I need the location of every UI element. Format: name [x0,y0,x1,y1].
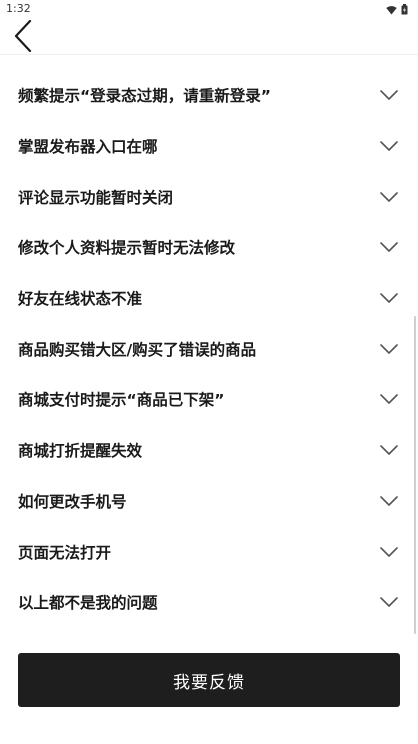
faq-item-label: 评论显示功能暂时关闭 [18,188,174,207]
chevron-down-icon [380,191,398,202]
faq-item-profile-edit[interactable]: 修改个人资料提示暂时无法修改 [0,222,418,273]
faq-item-wrong-purchase[interactable]: 商品购买错大区/购买了错误的商品 [0,323,418,374]
scrollbar[interactable] [414,316,416,634]
faq-item-label: 商城支付时提示“商品已下架” [18,391,225,410]
faq-item-label: 页面无法打开 [18,543,112,562]
battery-icon [401,0,408,19]
faq-item-friend-status[interactable]: 好友在线状态不准 [0,273,418,324]
chevron-down-icon [380,597,398,608]
faq-item-item-delisted[interactable]: 商城支付时提示“商品已下架” [0,374,418,425]
chevron-left-icon [14,20,32,52]
chevron-down-icon [380,141,398,151]
wifi-icon [386,0,397,19]
nav-bar [0,18,418,54]
status-time: 1:32 [6,2,31,15]
faq-item-label: 商城打折提醒失效 [18,442,143,461]
chevron-down-icon [380,293,398,303]
nav-divider [0,54,418,55]
chevron-down-icon [380,546,398,557]
faq-item-discount-reminder[interactable]: 商城打折提醒失效 [0,425,418,476]
faq-item-label: 修改个人资料提示暂时无法修改 [18,239,236,258]
faq-item-change-phone[interactable]: 如何更改手机号 [0,476,418,527]
faq-list: 频繁提示“登录态过期，请重新登录” 掌盟发布器入口在哪 评论显示功能暂时关闭 修… [0,70,418,628]
faq-item-label: 频繁提示“登录态过期，请重新登录” [18,87,271,106]
faq-item-publisher-entry[interactable]: 掌盟发布器入口在哪 [0,121,418,172]
back-button[interactable] [10,18,36,54]
faq-item-none-of-above[interactable]: 以上都不是我的问题 [0,577,418,628]
faq-item-label: 掌盟发布器入口在哪 [18,138,158,157]
feedback-button[interactable]: 我要反馈 [18,653,400,707]
chevron-down-icon [380,445,398,455]
chevron-down-icon [380,394,398,405]
faq-item-label: 好友在线状态不准 [18,290,143,309]
chevron-down-icon [380,90,398,101]
chevron-down-icon [380,343,398,354]
faq-item-label: 商品购买错大区/购买了错误的商品 [18,340,257,359]
faq-item-page-not-open[interactable]: 页面无法打开 [0,526,418,577]
faq-item-label: 以上都不是我的问题 [18,594,158,613]
status-bar: 1:32 [0,0,418,18]
faq-item-label: 如何更改手机号 [18,492,127,511]
status-icons [386,3,408,15]
chevron-down-icon [380,242,398,253]
faq-item-comments-closed[interactable]: 评论显示功能暂时关闭 [0,171,418,222]
faq-item-login-expired[interactable]: 频繁提示“登录态过期，请重新登录” [0,70,418,121]
chevron-down-icon [380,496,398,506]
